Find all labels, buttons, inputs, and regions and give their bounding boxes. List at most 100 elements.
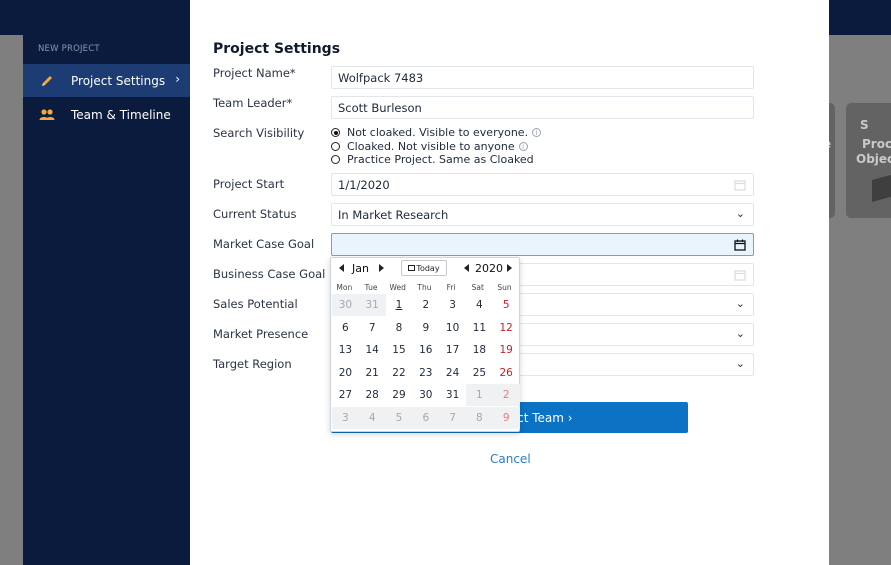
- datepicker-week-row: 20 21 22 23 24 25 26: [332, 362, 520, 385]
- datepicker-day[interactable]: 17: [439, 339, 466, 361]
- datepicker-week-row: 27 28 29 30 31 1 2: [332, 384, 520, 407]
- today-button[interactable]: Today: [401, 260, 447, 276]
- datepicker-day[interactable]: 5: [385, 406, 413, 429]
- datepicker-day[interactable]: 10: [439, 317, 466, 339]
- background-card: S Proc Objec: [846, 103, 891, 218]
- datepicker-day[interactable]: 8: [465, 406, 493, 429]
- datepicker-day[interactable]: 27: [332, 384, 359, 406]
- datepicker-week-row: 13 14 15 16 17 18 19: [332, 339, 520, 362]
- background-card-text: Proc: [862, 137, 891, 151]
- visibility-option-cloaked[interactable]: Cloaked. Not visible to anyone i: [331, 140, 541, 154]
- datepicker-day[interactable]: 24: [439, 362, 466, 384]
- weekday-label: Fri: [446, 283, 456, 292]
- datepicker-day[interactable]: 19: [493, 339, 520, 361]
- datepicker-day[interactable]: 29: [386, 384, 413, 406]
- datepicker-week-row: 6 7 8 9 10 11 12: [332, 317, 520, 340]
- datepicker-day[interactable]: 7: [359, 317, 386, 339]
- today-label: Today: [416, 263, 440, 273]
- weekday-label: Mon: [336, 283, 353, 292]
- cancel-link[interactable]: Cancel: [490, 452, 531, 466]
- radio-selected[interactable]: [331, 128, 340, 138]
- sidebar-item-project-settings[interactable]: Project Settings ›: [23, 64, 190, 97]
- chevron-down-icon: ⌄: [735, 297, 745, 310]
- datepicker-day[interactable]: 30: [412, 384, 439, 406]
- datepicker-day[interactable]: 11: [466, 317, 493, 339]
- datepicker-day[interactable]: 7: [439, 406, 466, 429]
- datepicker-day[interactable]: 20: [332, 362, 359, 384]
- radio-unselected[interactable]: [331, 155, 340, 165]
- market-presence-label: Market Presence: [213, 327, 309, 341]
- datepicker-year: 2020: [475, 262, 503, 275]
- datepicker-day[interactable]: 25: [466, 362, 493, 384]
- target-region-label: Target Region: [213, 357, 292, 371]
- weekday-label: Sun: [497, 283, 512, 292]
- datepicker-day[interactable]: 31: [439, 384, 466, 406]
- cube-icon: [872, 174, 891, 202]
- project-start-input[interactable]: 1/1/2020: [331, 173, 754, 196]
- calendar-icon[interactable]: [734, 239, 746, 251]
- datepicker-popup: Jan Today 2020 Mon Tue Wed Thu Fri Sat S…: [330, 257, 520, 432]
- datepicker-day[interactable]: 12: [493, 317, 520, 339]
- datepicker-day[interactable]: 30: [332, 294, 359, 316]
- project-start-label: Project Start: [213, 177, 285, 191]
- visibility-option-not-cloaked[interactable]: Not cloaked. Visible to everyone. i: [331, 126, 542, 140]
- datepicker-day[interactable]: 2: [412, 294, 439, 316]
- market-case-goal-input[interactable]: [331, 233, 754, 256]
- datepicker-day[interactable]: 23: [412, 362, 439, 384]
- prev-year-arrow-icon[interactable]: [464, 264, 469, 272]
- datepicker-day[interactable]: 1: [465, 384, 493, 406]
- next-month-arrow-icon[interactable]: [379, 264, 384, 272]
- datepicker-day[interactable]: 6: [412, 406, 440, 429]
- datepicker-day[interactable]: 21: [359, 362, 386, 384]
- datepicker-day[interactable]: 26: [493, 362, 520, 384]
- datepicker-day[interactable]: 9: [412, 317, 439, 339]
- datepicker-day[interactable]: 8: [386, 317, 413, 339]
- radio-label: Practice Project. Same as Cloaked: [347, 153, 534, 167]
- prev-month-arrow-icon[interactable]: [339, 264, 344, 272]
- datepicker-day[interactable]: 4: [358, 406, 386, 429]
- datepicker-day[interactable]: 3: [332, 406, 359, 429]
- radio-unselected[interactable]: [331, 141, 340, 151]
- calendar-icon: [408, 265, 416, 271]
- calendar-icon[interactable]: [734, 179, 746, 191]
- sidebar-item-team-timeline[interactable]: Team & Timeline: [23, 98, 190, 131]
- page-title: Project Settings: [213, 41, 341, 57]
- datepicker-day[interactable]: 31: [358, 294, 386, 316]
- weekday-label: Wed: [389, 283, 406, 292]
- team-leader-input[interactable]: Scott Burleson: [331, 96, 754, 119]
- weekday-label: Thu: [417, 283, 432, 292]
- search-visibility-radio-group: Not cloaked. Visible to everyone. i Cloa…: [331, 126, 542, 167]
- datepicker-day[interactable]: 4: [466, 294, 493, 316]
- sidebar-item-label: Team & Timeline: [71, 107, 171, 122]
- datepicker-day[interactable]: 15: [386, 339, 413, 361]
- radio-label: Not cloaked. Visible to everyone.: [347, 126, 529, 140]
- datepicker-month: Jan: [352, 262, 369, 275]
- datepicker-day[interactable]: 2: [492, 384, 520, 406]
- datepicker-day[interactable]: 28: [359, 384, 386, 406]
- datepicker-day[interactable]: 1: [386, 294, 413, 316]
- datepicker-day[interactable]: 18: [466, 339, 493, 361]
- info-icon[interactable]: i: [532, 128, 542, 138]
- business-case-goal-label: Business Case Goal: [213, 267, 326, 281]
- calendar-icon[interactable]: [734, 269, 746, 281]
- weekday-label: Tue: [364, 283, 378, 292]
- project-name-input[interactable]: Wolfpack 7483: [331, 66, 754, 89]
- search-visibility-label: Search Visibility: [213, 126, 305, 140]
- datepicker-day[interactable]: 9: [492, 406, 520, 429]
- datepicker-day[interactable]: 3: [439, 294, 466, 316]
- datepicker-day[interactable]: 22: [386, 362, 413, 384]
- visibility-option-practice[interactable]: Practice Project. Same as Cloaked: [331, 153, 541, 167]
- next-year-arrow-icon[interactable]: [507, 264, 512, 272]
- datepicker-day[interactable]: 5: [493, 294, 520, 316]
- datepicker-day[interactable]: 13: [332, 339, 359, 361]
- datepicker-day[interactable]: 14: [359, 339, 386, 361]
- weekday-header: Mon Tue Wed Thu Fri Sat Sun: [331, 283, 521, 292]
- chevron-down-icon: ⌄: [735, 357, 745, 370]
- current-status-select[interactable]: In Market Research ⌄: [331, 203, 754, 226]
- market-case-goal-label: Market Case Goal: [213, 237, 315, 251]
- chevron-down-icon: ⌄: [735, 207, 745, 220]
- datepicker-day[interactable]: 16: [412, 339, 439, 361]
- datepicker-day[interactable]: 6: [332, 317, 359, 339]
- info-icon[interactable]: i: [518, 141, 528, 151]
- datepicker-grid: 30 31 1 2 3 4 5 6 7 8 9 10 11 12 13 14 15 16 17 18 19 20 21 22 2…: [332, 294, 520, 429]
